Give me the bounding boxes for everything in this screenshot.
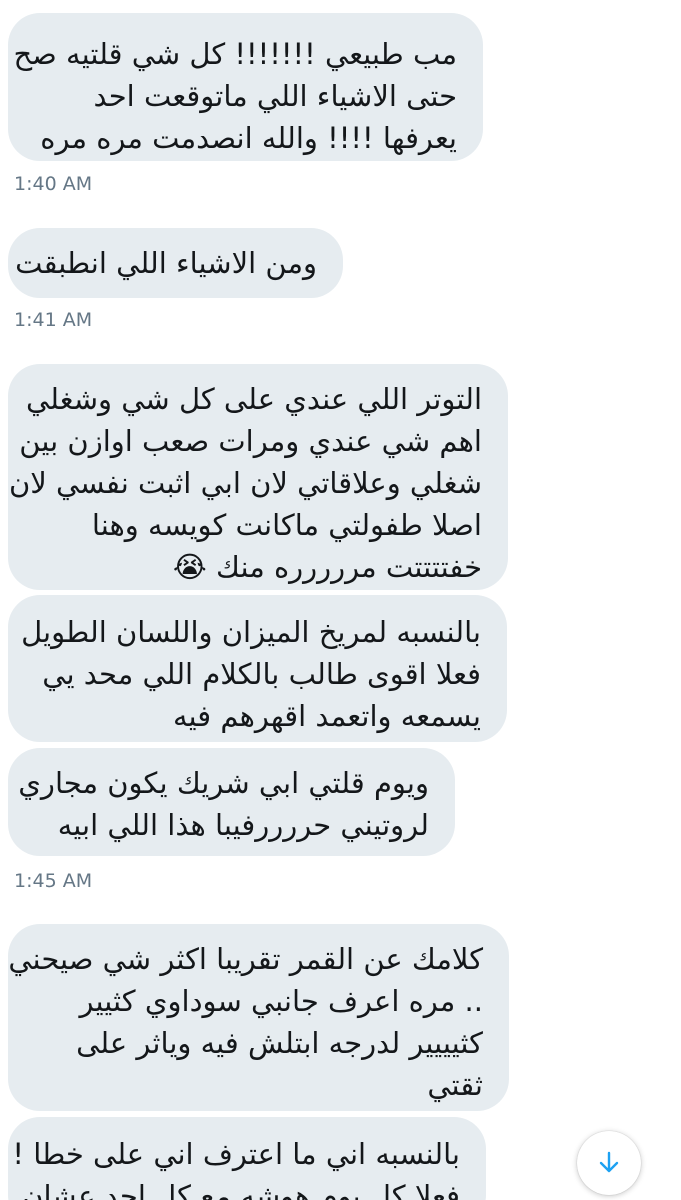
message-line: اصلا طفولتي ماكانت كويسه وهنا — [91, 508, 482, 542]
message-timestamp: 1:40 AM — [14, 173, 93, 195]
message-line: كثيييير لدرجه ابتلش فيه وياثر على — [76, 1026, 483, 1060]
arrow-down-icon — [599, 1151, 619, 1173]
message-bubble[interactable]: بالنسبه لمريخ الميزان واللسان الطويل فعل… — [8, 595, 507, 742]
message-line: حتى الاشياء اللي ماتوقعت احد — [93, 79, 457, 113]
message-line: يعرفها !!!! والله انصدمت مره مره — [40, 121, 457, 155]
message-line: .. مره اعرف جانبي سوداوي كثيير — [79, 984, 483, 1018]
message-timestamp: 1:45 AM — [14, 870, 93, 892]
message-line: كلامك عن القمر تقريبا اكثر شي صيحني — [8, 942, 483, 976]
message-line: ثقتي — [427, 1068, 483, 1102]
message-line: ويوم قلتي ابي شريك يكون مجاري — [18, 766, 429, 800]
message-line: بالنسبه لمريخ الميزان واللسان الطويل — [21, 615, 481, 649]
message-bubble[interactable]: التوتر اللي عندي على كل شي وشغلي اهم شي … — [8, 364, 508, 590]
scroll-to-bottom-button[interactable] — [577, 1131, 641, 1195]
message-line: اهم شي عندي ومرات صعب اوازن بين — [19, 424, 482, 458]
message-bubble[interactable]: كلامك عن القمر تقريبا اكثر شي صيحني .. م… — [8, 924, 509, 1111]
message-line: خفتتتتت مررررره منك 😭 — [172, 550, 482, 584]
message-line: ومن الاشياء اللي انطبقت — [15, 246, 317, 280]
message-line: لروتيني حررررفيبا هذا اللي ابيه — [57, 808, 429, 842]
message-line: فعلا كل يوم هوشه مع كل احد عشان — [22, 1179, 460, 1200]
message-line: فعلا اقوى طالب بالكلام اللي محد يي — [42, 657, 481, 691]
message-line: يسمعه واتعمد اقهرهم فيه — [172, 699, 481, 733]
message-bubble[interactable]: مب طبيعي !!!!!!! كل شي قلتيه صح حتى الاش… — [8, 13, 483, 161]
message-timestamp: 1:41 AM — [14, 309, 93, 331]
message-bubble[interactable]: ويوم قلتي ابي شريك يكون مجاري لروتيني حر… — [8, 748, 455, 856]
message-line: مب طبيعي !!!!!!! كل شي قلتيه صح — [13, 37, 457, 71]
message-line: بالنسبه اني ما اعترف اني على خطا ! — [12, 1137, 460, 1171]
message-line: التوتر اللي عندي على كل شي وشغلي — [25, 382, 482, 416]
message-line: شغلي وعلاقاتي لان ابي اثبت نفسي لان — [8, 466, 482, 500]
message-bubble[interactable]: بالنسبه اني ما اعترف اني على خطا ! فعلا … — [8, 1117, 486, 1200]
dm-conversation: مب طبيعي !!!!!!! كل شي قلتيه صح حتى الاش… — [0, 0, 681, 1200]
message-bubble[interactable]: ومن الاشياء اللي انطبقت — [8, 228, 343, 298]
